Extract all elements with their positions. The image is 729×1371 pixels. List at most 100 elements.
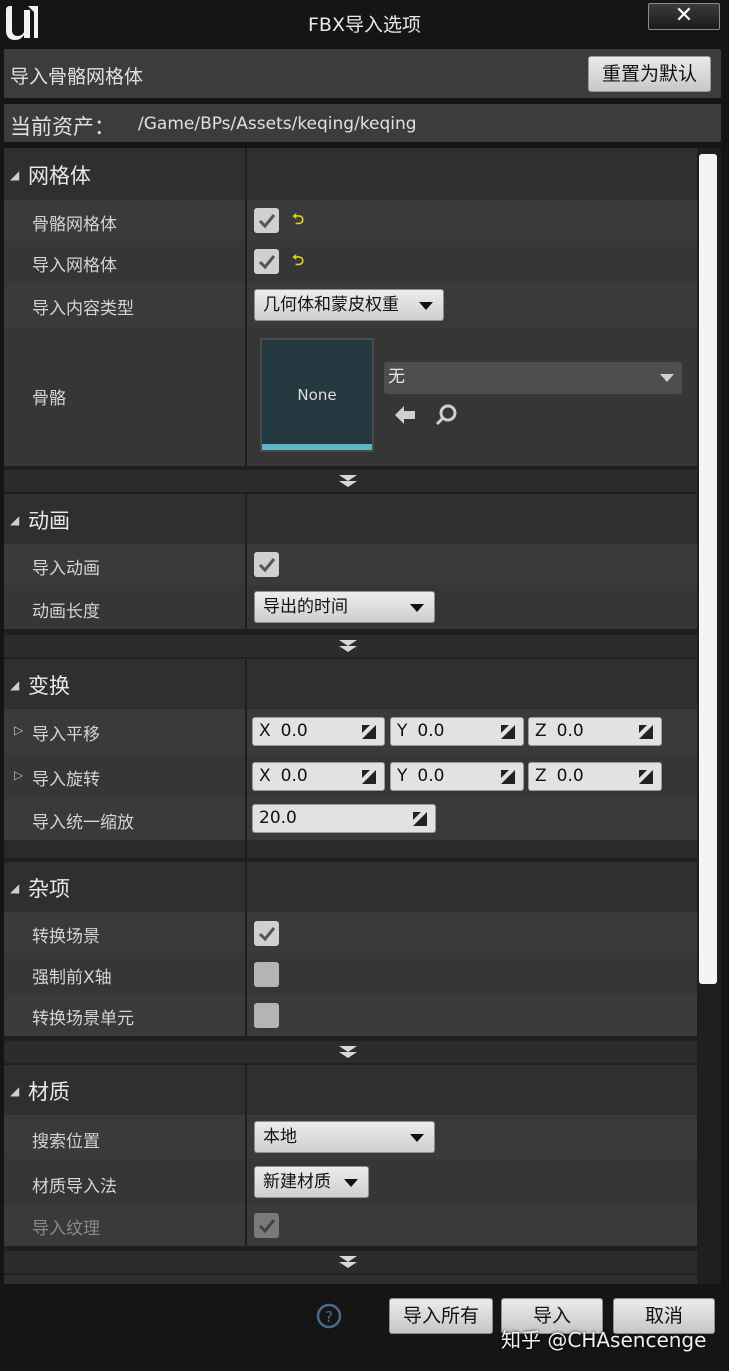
row-import-animation: 导入动画 <box>4 544 697 585</box>
category-misc-title: 杂项 <box>28 877 70 901</box>
collapse-arrow-icon: ◢ <box>10 168 20 182</box>
title-bar: FBX导入选项 ✕ <box>0 0 729 46</box>
uniform-scale-field[interactable]: 20.0 <box>252 804 436 833</box>
convert-scene-label: 转换场景 <box>32 927 100 947</box>
advanced-expander-material[interactable] <box>4 1251 721 1273</box>
rotation-y-value: 0.0 <box>417 766 445 786</box>
dialog-footer: ? 导入所有 导入 取消 知乎 @CHAsencenge <box>0 1286 729 1371</box>
row-import-textures: 导入纹理 <box>4 1204 697 1246</box>
axis-y-label: Y <box>397 721 408 741</box>
dropdown-caret-icon <box>410 1134 424 1142</box>
axis-x-label: X <box>259 721 271 741</box>
reset-arrow-icon[interactable]: ⮌ <box>292 209 304 234</box>
category-animation-title: 动画 <box>28 509 70 533</box>
rotation-x-value: 0.0 <box>280 766 308 786</box>
category-transform[interactable]: ◢ 变换 <box>4 659 697 709</box>
axis-z-label: Z <box>535 721 547 741</box>
drag-handle-icon <box>501 770 515 784</box>
convert-scene-unit-checkbox[interactable] <box>254 1003 279 1028</box>
import-all-button[interactable]: 导入所有 <box>389 1298 493 1334</box>
dropdown-caret-icon <box>660 374 674 382</box>
uniform-scale-label: 导入统一缩放 <box>32 813 134 833</box>
drag-handle-icon <box>501 725 515 739</box>
skeletal-mesh-checkbox[interactable] <box>254 208 279 233</box>
category-animation[interactable]: ◢ 动画 <box>4 494 697 544</box>
translation-y-field[interactable]: Y 0.0 <box>390 717 524 746</box>
check-icon <box>258 1219 276 1234</box>
current-asset-bar: 当前资产： /Game/BPs/Assets/keqing/keqing <box>4 104 721 142</box>
row-force-front-x: 强制前X轴 <box>4 953 697 994</box>
dropdown-caret-icon <box>410 604 424 612</box>
axis-y-label: Y <box>397 766 408 786</box>
help-icon[interactable]: ? <box>316 1303 342 1329</box>
animation-length-dropdown[interactable]: 导出的时间 <box>254 591 435 623</box>
import-mesh-checkbox[interactable] <box>254 249 279 274</box>
skeleton-thumbnail[interactable]: None <box>260 338 374 452</box>
translation-y-value: 0.0 <box>417 721 445 741</box>
category-next-partial <box>4 1275 697 1284</box>
drag-handle-icon <box>639 725 653 739</box>
advanced-expander-misc[interactable] <box>4 1041 721 1063</box>
check-icon <box>258 214 276 229</box>
search-location-dropdown[interactable]: 本地 <box>254 1121 435 1153</box>
check-icon <box>258 255 276 270</box>
reset-to-default-button[interactable]: 重置为默认 <box>588 56 711 92</box>
force-front-x-label: 强制前X轴 <box>32 968 112 988</box>
close-button[interactable]: ✕ <box>648 3 720 30</box>
import-textures-checkbox[interactable] <box>254 1213 279 1238</box>
collapse-arrow-icon: ◢ <box>10 881 20 895</box>
import-animation-label: 导入动画 <box>32 559 100 579</box>
column-divider[interactable] <box>245 1065 247 1246</box>
column-divider[interactable] <box>245 148 247 466</box>
material-import-method-value: 新建材质 <box>263 1172 331 1192</box>
category-misc[interactable]: ◢ 杂项 <box>4 862 697 912</box>
import-animation-checkbox[interactable] <box>254 552 279 577</box>
translation-x-value: 0.0 <box>280 721 308 741</box>
dropdown-caret-icon <box>344 1179 358 1187</box>
translation-z-field[interactable]: Z 0.0 <box>528 717 662 746</box>
column-divider[interactable] <box>245 862 247 1036</box>
import-type-label: 导入骨骼网格体 <box>10 66 144 88</box>
rotation-x-field[interactable]: X 0.0 <box>252 762 385 791</box>
skeletal-mesh-label: 骨骼网格体 <box>32 215 117 235</box>
content-type-label: 导入内容类型 <box>32 299 134 319</box>
reset-arrow-icon[interactable]: ⮌ <box>292 250 304 275</box>
drag-handle-icon <box>362 725 376 739</box>
drag-handle-icon <box>413 812 427 826</box>
import-translation-label: 导入平移 <box>32 725 100 745</box>
column-divider[interactable] <box>245 494 247 629</box>
row-material-import-method: 材质导入法 新建材质 <box>4 1159 697 1204</box>
translation-x-field[interactable]: X 0.0 <box>252 717 385 746</box>
scrollbar-thumb[interactable] <box>699 154 717 984</box>
import-rotation-label: 导入旋转 <box>32 770 100 790</box>
row-uniform-scale: 导入统一缩放 20.0 <box>4 798 697 840</box>
asset-type-bar <box>262 444 372 450</box>
convert-scene-checkbox[interactable] <box>254 921 279 946</box>
material-import-method-dropdown[interactable]: 新建材质 <box>254 1166 369 1198</box>
row-search-location: 搜索位置 本地 <box>4 1115 697 1159</box>
search-location-label: 搜索位置 <box>32 1132 100 1152</box>
row-import-translation: ▷ 导入平移 X 0.0 Y 0.0 Z 0.0 <box>4 709 697 754</box>
content-type-dropdown[interactable]: 几何体和蒙皮权重 <box>254 289 444 321</box>
force-front-x-checkbox[interactable] <box>254 962 279 987</box>
advanced-expander-mesh[interactable] <box>4 470 721 492</box>
collapse-arrow-icon: ◢ <box>10 1084 20 1098</box>
translation-z-value: 0.0 <box>556 721 584 741</box>
details-panel: ◢ 网格体 骨骼网格体 ⮌ 导入网格体 ⮌ 导入内容类型 几何体和蒙皮权重 骨骼… <box>4 148 721 1284</box>
watermark-text: 知乎 @CHAsencenge <box>501 1328 707 1352</box>
rotation-z-field[interactable]: Z 0.0 <box>528 762 662 791</box>
expand-triangle-icon[interactable]: ▷ <box>14 723 23 737</box>
advanced-expander-animation[interactable] <box>4 635 721 657</box>
axis-x-label: X <box>259 766 271 786</box>
category-material[interactable]: ◢ 材质 <box>4 1065 697 1115</box>
row-skeletal-mesh: 骨骼网格体 ⮌ <box>4 200 697 241</box>
expand-triangle-icon[interactable]: ▷ <box>14 768 23 782</box>
column-divider[interactable] <box>245 659 247 858</box>
category-mesh[interactable]: ◢ 网格体 <box>4 148 697 200</box>
browse-magnifier-icon[interactable] <box>434 402 460 428</box>
use-selected-arrow-icon[interactable] <box>392 402 418 428</box>
animation-length-value: 导出的时间 <box>263 597 348 617</box>
skeleton-picker-dropdown[interactable]: 无 <box>384 362 682 394</box>
rotation-y-field[interactable]: Y 0.0 <box>390 762 524 791</box>
svg-text:?: ? <box>325 1308 333 1326</box>
